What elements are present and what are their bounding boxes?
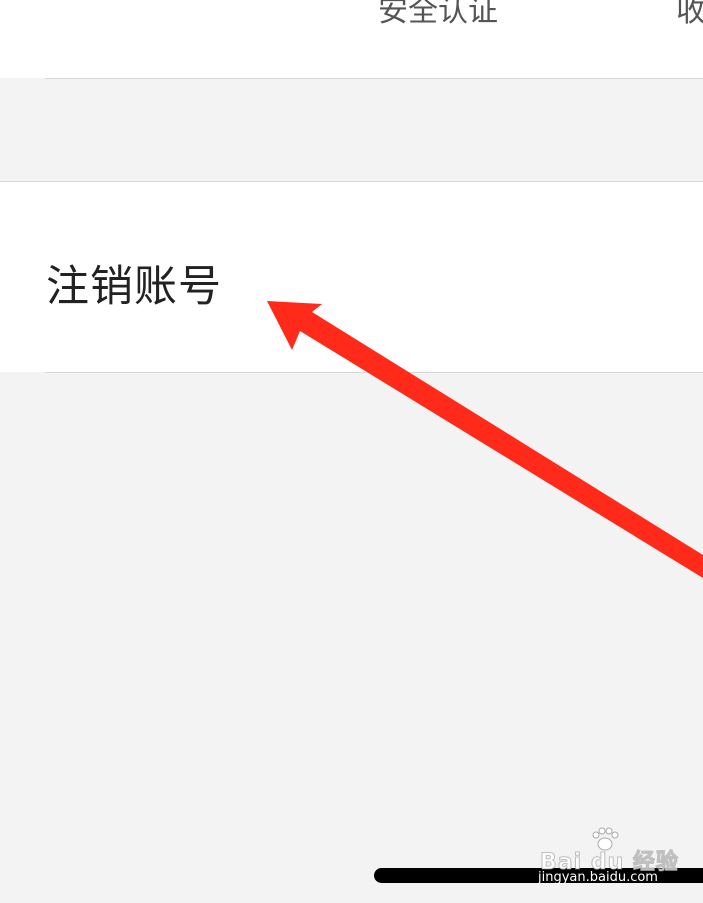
watermark-url: jingyan.baidu.com [538,870,658,885]
cancel-account-label: 注销账号 [46,262,222,312]
top-settings-row[interactable]: 安全认证 收 [0,0,703,78]
cancel-account-row[interactable]: 注销账号 [0,182,703,372]
baidu-jingyan-watermark: Bai du 经验 jingyan.baidu.com [538,826,690,888]
security-certification-label: 安全认证 [378,0,498,29]
truncated-label: 收 [676,0,703,29]
section-gap [0,79,703,181]
divider [45,372,703,373]
